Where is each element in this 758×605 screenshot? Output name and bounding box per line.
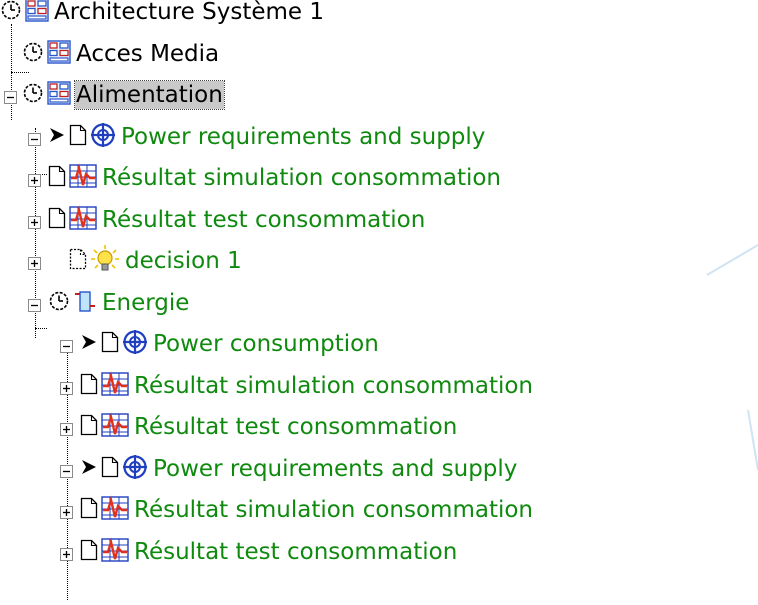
expand-plus-icon[interactable]	[60, 546, 73, 565]
tree-node[interactable]: Résultat test consommation	[48, 200, 426, 240]
tree-node-label[interactable]: Power requirements and supply	[152, 455, 518, 483]
requirement-target-icon	[122, 454, 148, 484]
component-block-icon	[73, 288, 97, 318]
tree-node-label[interactable]: Résultat simulation consommation	[101, 164, 502, 192]
clock-icon	[48, 290, 70, 316]
expand-plus-icon[interactable]	[60, 380, 73, 399]
collapse-minus-icon[interactable]	[4, 89, 17, 108]
collapse-minus-icon[interactable]	[60, 338, 73, 357]
document-icon	[101, 456, 119, 482]
arrow-right-icon	[80, 333, 98, 355]
clock-icon	[0, 0, 22, 25]
collapse-minus-icon[interactable]	[28, 131, 41, 150]
collapse-minus-icon[interactable]	[28, 297, 41, 316]
tree-node[interactable]: Alimentation	[22, 75, 225, 115]
tree-node[interactable]: Résultat simulation consommation	[80, 366, 534, 406]
document-icon	[48, 207, 66, 233]
document-icon	[48, 165, 66, 191]
clock-icon	[22, 41, 44, 67]
expand-plus-icon[interactable]	[28, 172, 41, 191]
requirement-target-icon	[122, 329, 148, 359]
document-icon	[69, 124, 87, 150]
tree-node-label[interactable]: decision 1	[124, 247, 243, 275]
document-icon	[80, 373, 98, 399]
tree-node[interactable]: Power requirements and supply	[48, 117, 486, 157]
tree-node-label[interactable]: Alimentation	[74, 80, 225, 110]
tree-node-label[interactable]: Acces Media	[75, 40, 220, 68]
tree-node[interactable]: decision 1	[48, 241, 243, 281]
tree-node[interactable]: Architecture Système 1	[0, 0, 325, 32]
tree-node[interactable]: Energie	[48, 283, 190, 323]
tree-node[interactable]: Acces Media	[22, 34, 220, 74]
tree-node[interactable]: Résultat test consommation	[80, 407, 458, 447]
tree-connector-line	[35, 328, 47, 329]
expand-plus-icon[interactable]	[60, 504, 73, 523]
result-chart-icon	[101, 412, 129, 442]
expand-plus-icon[interactable]	[60, 421, 73, 440]
tree-node-label[interactable]: Power requirements and supply	[120, 123, 486, 151]
tree-node-label[interactable]: Résultat test consommation	[101, 206, 426, 234]
result-chart-icon	[69, 163, 97, 193]
arrow-right-icon	[48, 126, 66, 148]
tree-node[interactable]: Résultat test consommation	[80, 532, 458, 572]
architecture-block-icon	[47, 81, 71, 109]
tree-node-label[interactable]: Architecture Système 1	[53, 0, 325, 26]
document-icon	[80, 497, 98, 523]
result-chart-icon	[101, 536, 129, 567]
result-chart-icon	[101, 495, 129, 525]
lightbulb-icon	[90, 244, 120, 278]
document-icon	[80, 414, 98, 440]
architecture-block-icon	[25, 0, 49, 26]
tree-node[interactable]: Power consumption	[80, 324, 380, 364]
tree-node-label[interactable]: Power consumption	[152, 330, 380, 358]
result-chart-icon	[101, 370, 129, 401]
tree-node[interactable]: Résultat simulation consommation	[80, 490, 534, 530]
clock-icon	[22, 82, 44, 108]
expand-plus-icon[interactable]	[28, 255, 41, 274]
requirement-target-icon	[90, 122, 116, 152]
document-outline-icon	[69, 248, 87, 274]
project-tree: Architecture Système 1 Acces Media Aliment…	[0, 0, 758, 605]
expand-plus-icon[interactable]	[28, 214, 41, 233]
tree-node-label[interactable]: Résultat simulation consommation	[133, 496, 534, 524]
collapse-minus-icon[interactable]	[60, 463, 73, 482]
arrow-right-icon	[80, 458, 98, 480]
tree-node-label[interactable]: Résultat test consommation	[133, 538, 458, 566]
architecture-block-icon	[47, 39, 71, 68]
tree-node[interactable]: Power requirements and supply	[80, 449, 518, 489]
tree-node-label[interactable]: Energie	[101, 289, 190, 317]
tree-node-label[interactable]: Résultat test consommation	[133, 413, 458, 441]
tree-node-label[interactable]: Résultat simulation consommation	[133, 372, 534, 400]
document-icon	[80, 539, 98, 565]
result-chart-icon	[69, 204, 97, 235]
tree-node[interactable]: Résultat simulation consommation	[48, 158, 502, 198]
document-icon	[101, 331, 119, 357]
